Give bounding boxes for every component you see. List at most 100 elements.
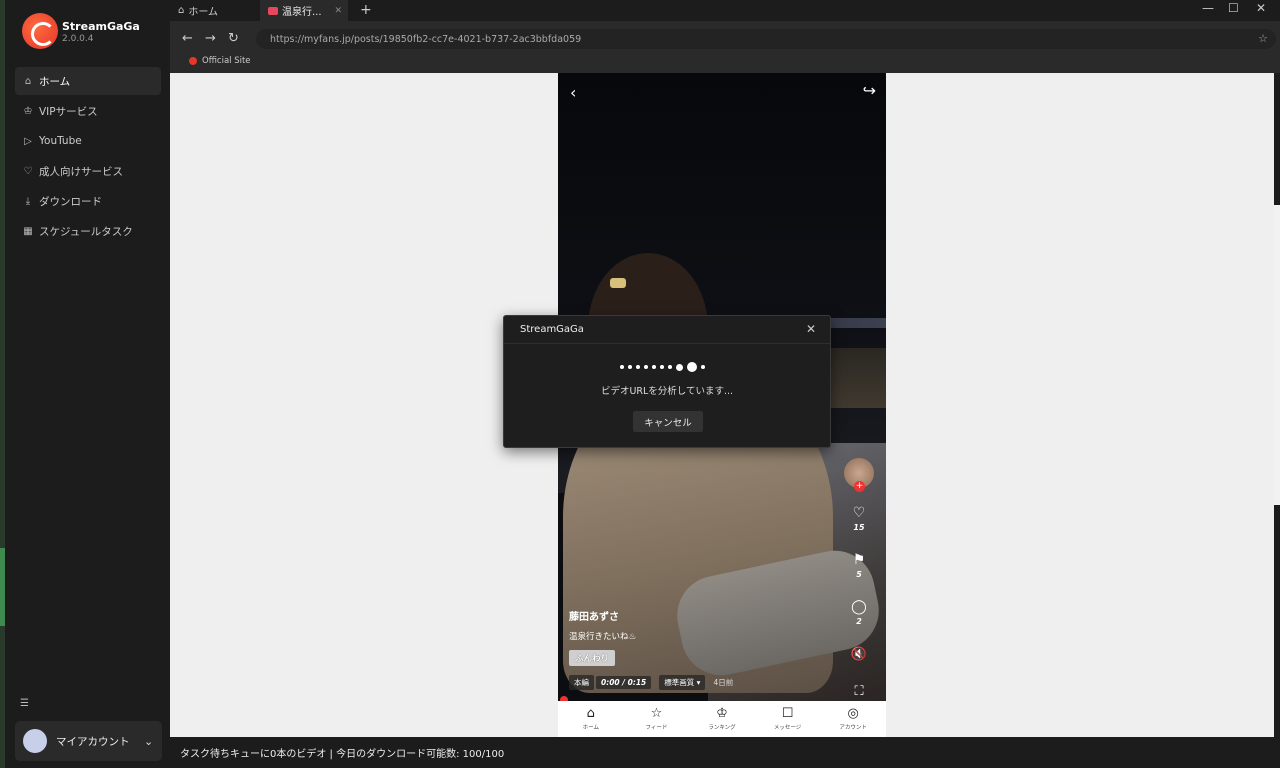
sidebar: StreamGaGa 2.0.0.4 ⌂ ホーム ♔ VIPサービス ▷ You… <box>5 0 170 768</box>
quality-select[interactable]: 標準画質 ▾ <box>659 675 706 690</box>
sidebar-item-label: 成人向けサービス <box>39 165 123 178</box>
dialog-title: StreamGaGa <box>520 324 584 335</box>
sidebar-item-youtube[interactable]: ▷ YouTube <box>15 127 161 155</box>
sidebar-item-vip[interactable]: ♔ VIPサービス <box>15 97 161 125</box>
post-tag[interactable]: ふんわり <box>569 650 616 666</box>
sidebar-item-adult[interactable]: ♡ 成人向けサービス <box>15 157 161 185</box>
sidebar-item-schedule[interactable]: ▦ スケジュールタスク <box>15 217 161 245</box>
status-text: タスク待ちキューに0本のビデオ | 今日のダウンロード可能数: 100/100 <box>180 749 505 760</box>
youtube-icon: ▷ <box>24 135 32 147</box>
site-nav-messages[interactable]: ☐ メッセージ <box>755 701 821 737</box>
heart-icon: ♡ <box>852 505 866 521</box>
collapse-menu-icon[interactable]: ☰ <box>20 698 30 709</box>
tab-post[interactable]: 温泉行... ✕ <box>260 0 348 21</box>
forward-button[interactable]: → <box>205 31 216 46</box>
site-nav-ranking[interactable]: ♔ ランキング <box>689 701 755 737</box>
dialog-message: ビデオURLを分析しています... <box>600 386 734 397</box>
post-back-icon[interactable]: ‹ <box>570 83 576 102</box>
video-badge: 本編 <box>569 675 594 690</box>
bookmark-label: Official Site <box>202 56 251 66</box>
download-icon: ⤓ <box>25 195 31 207</box>
dialog-close-icon[interactable]: ✕ <box>806 322 816 336</box>
close-window-button[interactable]: ✕ <box>1256 1 1266 15</box>
follow-plus-icon[interactable]: + <box>854 481 865 492</box>
avatar <box>23 729 47 753</box>
analyzing-dialog: StreamGaGa ✕ ビデオURLを分析しています... キャンセル <box>503 315 831 448</box>
video-time: 0:00 / 0:15 <box>596 676 652 689</box>
account-button[interactable]: マイアカウント ⌄ <box>15 721 162 761</box>
author-name[interactable]: 藤田あずさ <box>569 608 619 623</box>
tab-label: ホーム <box>188 7 219 18</box>
site-nav-feed[interactable]: ☆ フィード <box>624 701 690 737</box>
sidebar-item-label: ダウンロード <box>39 195 102 208</box>
site-nav-home[interactable]: ⌂ ホーム <box>558 701 624 737</box>
share-icon[interactable]: ↪ <box>863 81 876 100</box>
creator-avatar[interactable]: + <box>844 458 874 492</box>
cancel-button[interactable]: キャンセル <box>633 411 703 432</box>
background-window-edge <box>1274 205 1280 505</box>
minimize-button[interactable]: — <box>1202 1 1214 15</box>
crown-icon: ♔ <box>23 105 33 117</box>
home-icon: ⌂ <box>24 75 32 87</box>
address-bar: ← → ↻ https://myfans.jp/posts/19850fb2-c… <box>170 21 1280 73</box>
new-tab-button[interactable]: + <box>360 2 372 18</box>
account-label: マイアカウント <box>56 735 130 748</box>
bookmark-button[interactable]: ⚑ 5 <box>844 553 874 582</box>
app-logo-icon <box>22 13 58 49</box>
sidebar-item-label: ホーム <box>39 75 71 88</box>
tab-home[interactable]: ⌂ ホーム <box>170 0 258 21</box>
post-caption: 温泉行きたいね♨ <box>569 632 637 642</box>
heart-icon: ♡ <box>23 165 33 177</box>
sidebar-item-home[interactable]: ⌂ ホーム <box>15 67 161 95</box>
crown-icon: ♔ <box>716 706 728 721</box>
site-nav-label: フィード <box>645 725 668 731</box>
close-tab-icon[interactable]: ✕ <box>334 6 342 16</box>
sidebar-item-label: スケジュールタスク <box>39 225 133 238</box>
post-actions: + ♡ 15 ⚑ 5 ◯ 2 🔇 ⛶ <box>844 458 874 699</box>
official-site-icon <box>189 57 197 65</box>
comment-icon: ◯ <box>851 599 867 615</box>
app-version: 2.0.0.4 <box>62 34 94 44</box>
url-field[interactable]: https://myfans.jp/posts/19850fb2-cc7e-40… <box>256 29 1276 49</box>
maximize-button[interactable]: ☐ <box>1228 1 1239 15</box>
sidebar-nav: ⌂ ホーム ♔ VIPサービス ▷ YouTube ♡ 成人向けサービス ⤓ ダ… <box>15 67 161 247</box>
bookmark-count: 5 <box>856 570 862 579</box>
video-hair-clip <box>610 278 626 288</box>
site-nav-label: メッセージ <box>773 725 802 731</box>
site-nav-label: ホーム <box>582 725 599 731</box>
loading-spinner <box>620 362 709 372</box>
fullscreen-icon[interactable]: ⛶ <box>844 684 874 699</box>
bookmark-star-icon[interactable]: ☆ <box>1258 32 1268 45</box>
url-text: https://myfans.jp/posts/19850fb2-cc7e-40… <box>270 33 582 45</box>
chevron-down-icon: ⌄ <box>144 734 154 748</box>
like-button[interactable]: ♡ 15 <box>844 506 874 535</box>
user-icon: ◎ <box>847 706 859 721</box>
dialog-divider <box>504 343 830 344</box>
comment-count: 2 <box>856 617 862 626</box>
site-nav-account[interactable]: ◎ アカウント <box>820 701 886 737</box>
sidebar-item-label: VIPサービス <box>39 105 98 118</box>
home-icon: ⌂ <box>586 706 595 721</box>
bookmark-official-site[interactable]: Official Site <box>189 56 251 66</box>
app-name: StreamGaGa <box>62 20 140 33</box>
tab-bar: ⌂ ホーム 温泉行... ✕ + — ☐ ✕ <box>170 0 1280 21</box>
reload-button[interactable]: ↻ <box>228 31 239 46</box>
like-count: 15 <box>853 523 865 532</box>
app-window: StreamGaGa 2.0.0.4 ⌂ ホーム ♔ VIPサービス ▷ You… <box>0 0 1280 768</box>
star-icon: ☆ <box>650 706 663 721</box>
sidebar-item-download[interactable]: ⤓ ダウンロード <box>15 187 161 215</box>
video-meta: 本編 0:00 / 0:15 標準画質 ▾ 4日前 <box>569 675 733 690</box>
calendar-icon: ▦ <box>23 225 33 237</box>
message-icon: ☐ <box>781 706 794 721</box>
comment-button[interactable]: ◯ 2 <box>844 600 874 629</box>
sidebar-item-label: YouTube <box>39 135 82 147</box>
bookmark-icon: ⚑ <box>852 552 866 568</box>
site-bottom-nav: ⌂ ホーム ☆ フィード ♔ ランキング ☐ メッセージ ◎ アカウント <box>558 701 886 737</box>
home-icon: ⌂ <box>178 5 185 16</box>
site-nav-label: アカウント <box>839 725 867 731</box>
back-button[interactable]: ← <box>182 31 193 46</box>
site-nav-label: ランキング <box>708 725 736 731</box>
post-age: 4日前 <box>713 678 734 687</box>
mute-icon[interactable]: 🔇 <box>844 647 874 662</box>
site-favicon-icon <box>268 6 278 15</box>
